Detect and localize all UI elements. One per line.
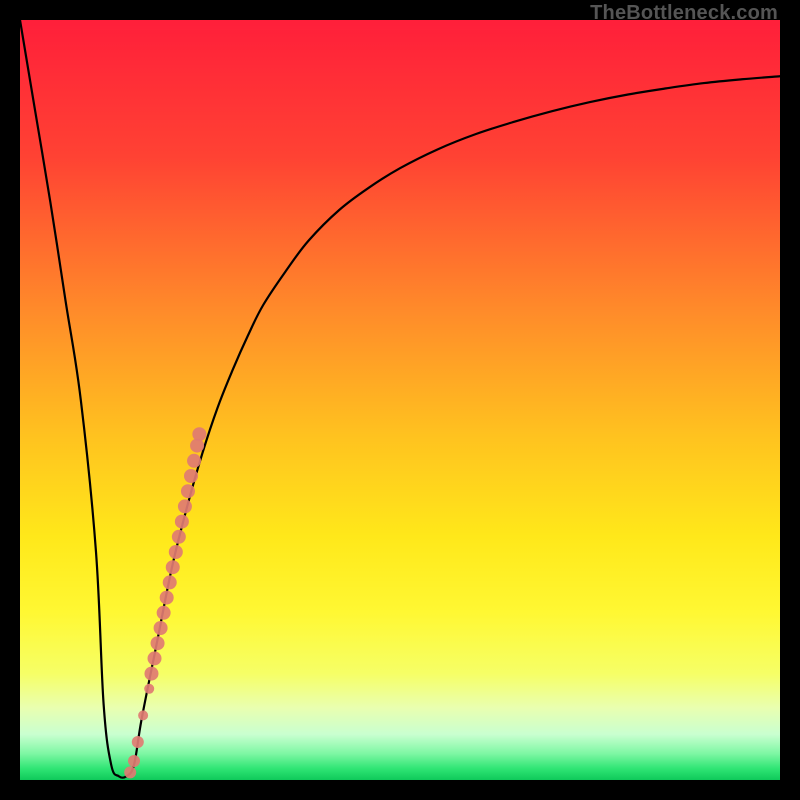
scatter-point xyxy=(128,755,140,767)
scatter-point xyxy=(151,636,165,650)
scatter-point xyxy=(154,621,168,635)
scatter-point xyxy=(184,469,198,483)
plot-area xyxy=(20,20,780,780)
scatter-point xyxy=(187,454,201,468)
scatter-point xyxy=(144,667,158,681)
chart-frame: TheBottleneck.com xyxy=(0,0,800,800)
scatter-point xyxy=(124,766,136,778)
scatter-point xyxy=(157,606,171,620)
scatter-point xyxy=(163,575,177,589)
scatter-point xyxy=(178,499,192,513)
chart-svg xyxy=(20,20,780,780)
scatter-point xyxy=(138,710,148,720)
scatter-point xyxy=(172,530,186,544)
scatter-point xyxy=(160,591,174,605)
gradient-background xyxy=(20,20,780,780)
watermark-text: TheBottleneck.com xyxy=(590,2,778,25)
scatter-point xyxy=(132,736,144,748)
scatter-point xyxy=(175,515,189,529)
scatter-point xyxy=(144,684,154,694)
scatter-point xyxy=(148,651,162,665)
scatter-point xyxy=(166,560,180,574)
scatter-point xyxy=(169,545,183,559)
scatter-point xyxy=(192,427,206,441)
scatter-point xyxy=(181,484,195,498)
